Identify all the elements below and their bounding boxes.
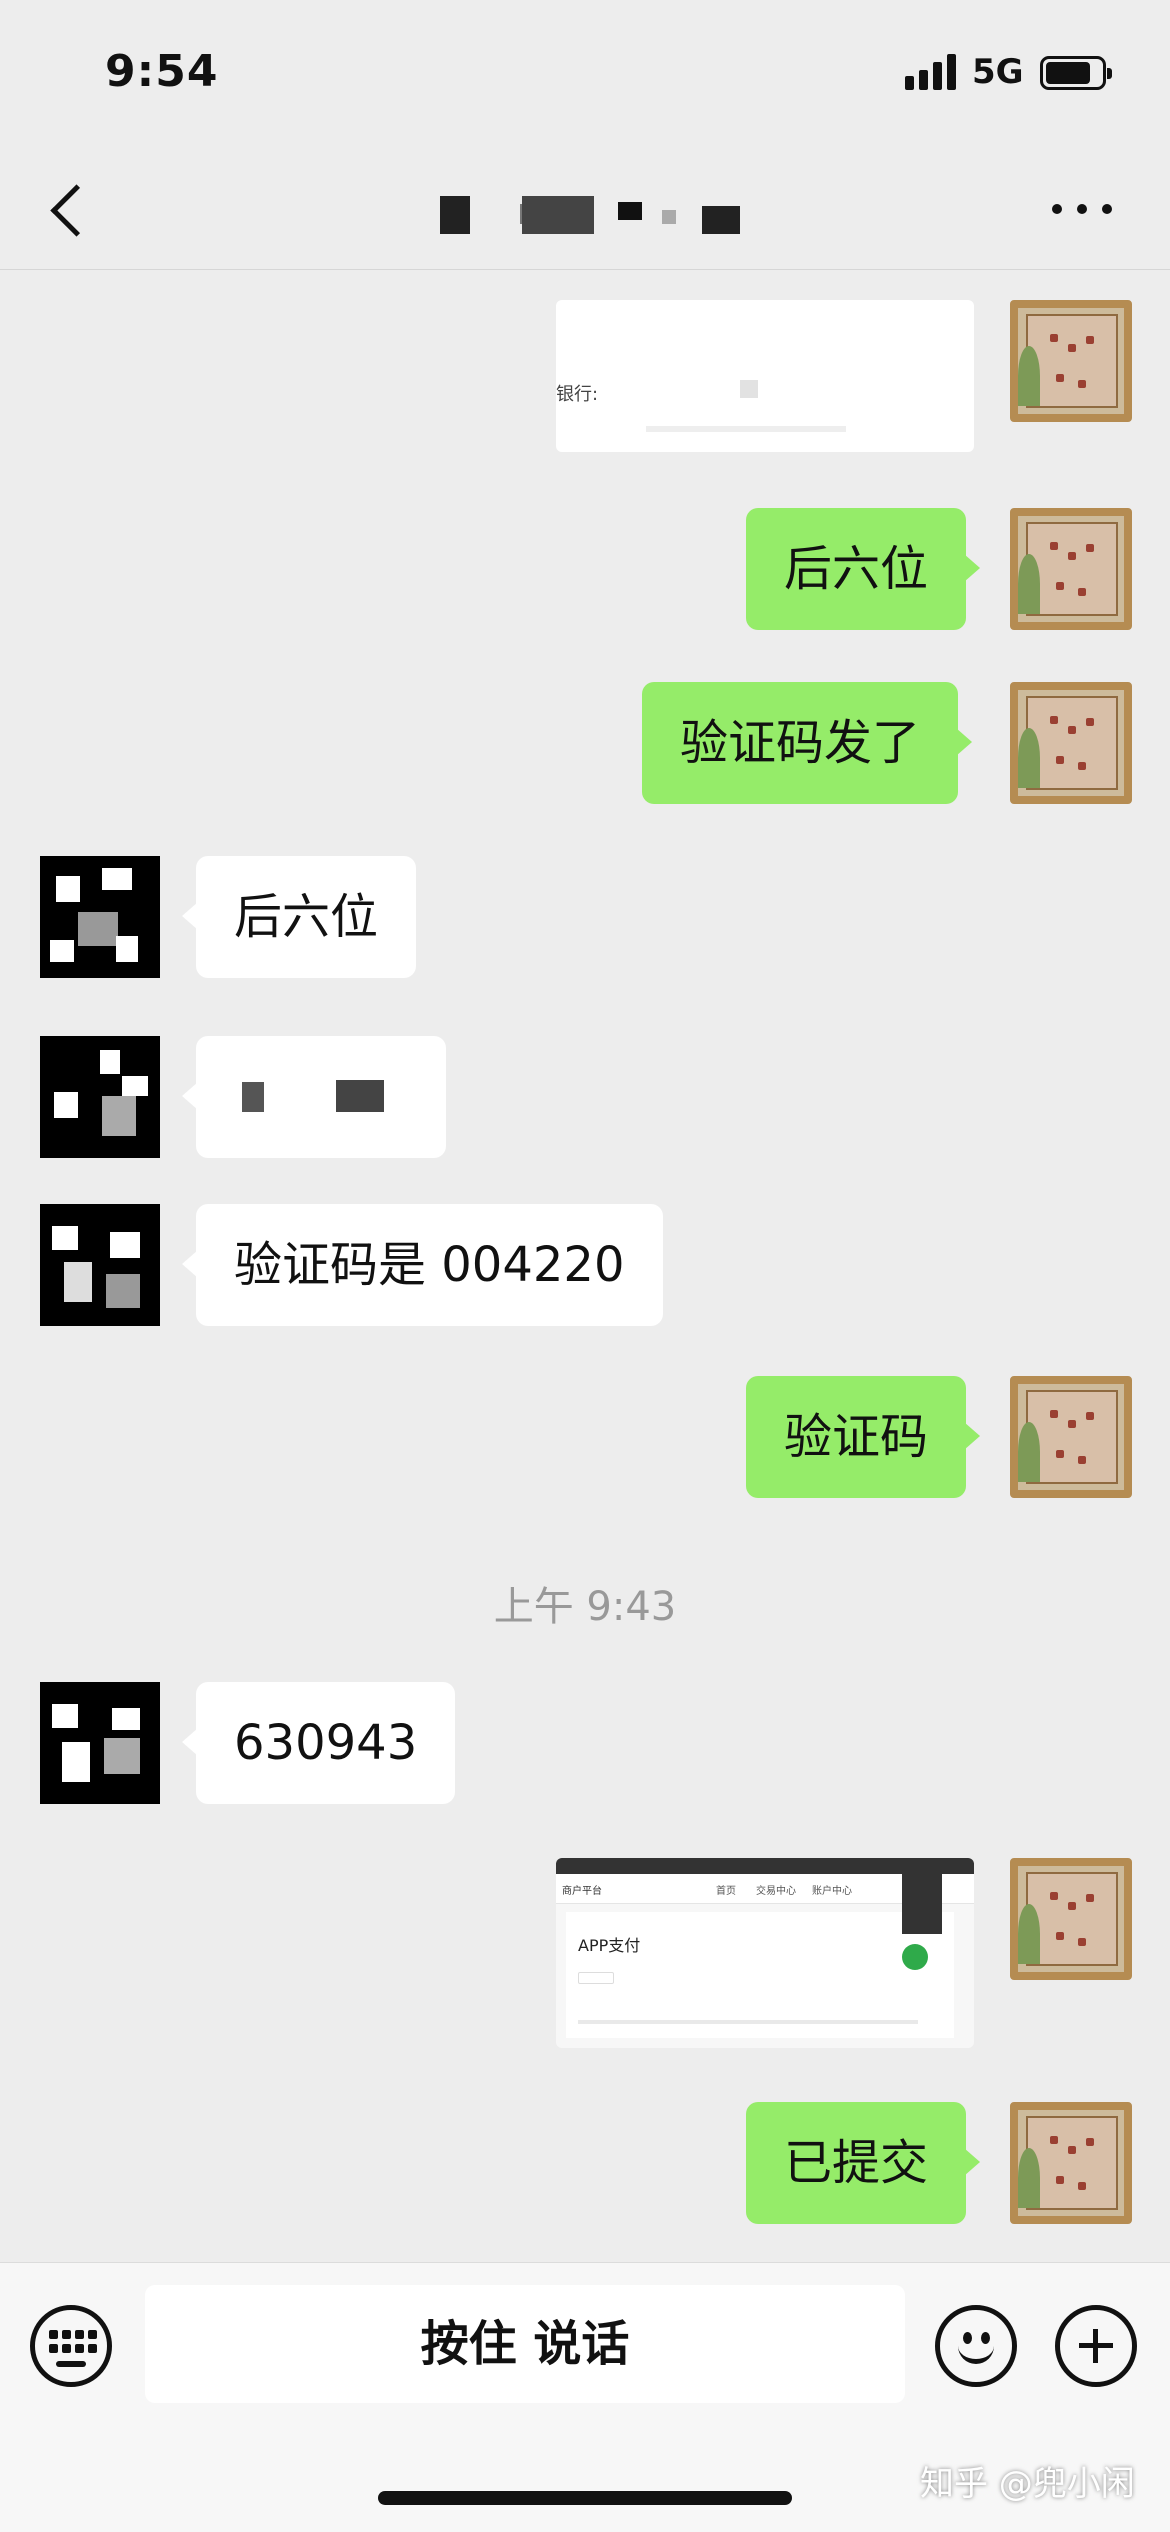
contact-avatar[interactable] bbox=[40, 1036, 160, 1158]
home-indicator[interactable] bbox=[378, 2491, 792, 2505]
network-type: 5G bbox=[972, 52, 1024, 92]
contact-message-bubble[interactable]: 验证码是 004220 bbox=[182, 1204, 663, 1326]
message-image[interactable]: 银行: bbox=[556, 300, 974, 452]
my-message-bubble[interactable]: 验证码发了 bbox=[642, 682, 973, 804]
contact-avatar[interactable] bbox=[40, 856, 160, 978]
contact-message-bubble[interactable]: 630943 bbox=[181, 1682, 456, 1804]
screenshot-tab: 首页 bbox=[716, 1886, 736, 1897]
contact-message-bubble-redacted[interactable] bbox=[182, 1036, 446, 1158]
more-icon[interactable] bbox=[1052, 194, 1112, 224]
my-message-bubble[interactable]: 后六位 bbox=[746, 508, 981, 630]
chat-timestamp: 上午 9:43 bbox=[493, 1584, 677, 1630]
status-time: 9:54 bbox=[105, 46, 219, 97]
keyboard-icon[interactable] bbox=[30, 2305, 112, 2387]
watermark: 知乎 @兜小闲 bbox=[920, 2464, 1135, 2504]
emoji-icon[interactable] bbox=[935, 2305, 1017, 2387]
my-avatar[interactable] bbox=[1010, 508, 1132, 630]
my-message-bubble[interactable]: 已提交 bbox=[746, 2102, 981, 2224]
contact-name-redacted bbox=[440, 196, 740, 234]
contact-message-bubble[interactable]: 后六位 bbox=[181, 856, 417, 978]
message-image[interactable]: 商户平台 首页 交易中心 账户中心 APP支付 bbox=[556, 1858, 974, 2048]
hold-to-talk-button[interactable]: 按住 说话 bbox=[145, 2285, 905, 2403]
image-caption: 银行: bbox=[556, 384, 599, 405]
chat-header bbox=[0, 150, 1170, 270]
my-message-bubble[interactable]: 验证码 bbox=[746, 1376, 981, 1498]
screenshot-tab: 交易中心 bbox=[756, 1886, 796, 1897]
contact-avatar[interactable] bbox=[40, 1682, 160, 1804]
my-avatar[interactable] bbox=[1010, 2102, 1132, 2224]
plus-icon[interactable] bbox=[1055, 2305, 1137, 2387]
signal-icon bbox=[905, 52, 959, 90]
my-avatar[interactable] bbox=[1010, 1858, 1132, 1980]
screenshot-title: APP支付 bbox=[578, 1936, 641, 1955]
status-bar: 9:54 5G bbox=[0, 0, 1170, 150]
screenshot-tab: 账户中心 bbox=[812, 1886, 852, 1897]
contact-avatar[interactable] bbox=[40, 1204, 160, 1326]
my-avatar[interactable] bbox=[1010, 1376, 1132, 1498]
screenshot-header-left: 商户平台 bbox=[562, 1886, 602, 1897]
back-arrow-icon[interactable] bbox=[44, 178, 94, 238]
my-avatar[interactable] bbox=[1010, 300, 1132, 422]
battery-icon bbox=[1040, 56, 1112, 90]
my-avatar[interactable] bbox=[1010, 682, 1132, 804]
